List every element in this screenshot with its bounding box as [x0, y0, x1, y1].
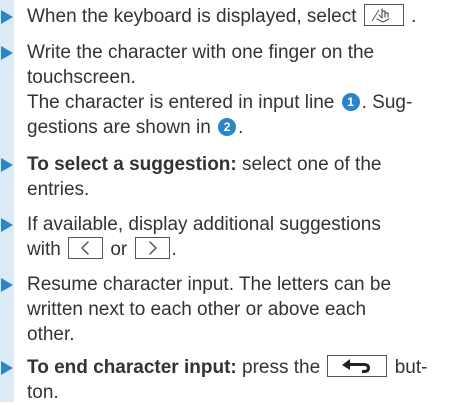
- step-5-line-2: written next to each other or above each: [27, 299, 367, 320]
- step-2-line-4: gestions are shown in 2.: [27, 117, 244, 138]
- step-1-line-1: When the keyboard is displayed, select .: [27, 4, 457, 29]
- bullet-arrow-icon: [1, 10, 13, 24]
- chevron-left-icon: [68, 237, 104, 259]
- bullet-arrow-icon: [1, 278, 13, 292]
- step-4-line-1: If available, display additional suggest…: [27, 214, 381, 235]
- step-6-bold-label: To end character input:: [27, 357, 237, 378]
- step-6-line-2: ton.: [27, 382, 59, 403]
- bullet-arrow-icon: [1, 361, 13, 375]
- step-3-line-1: To select a suggestion: select one of th…: [27, 154, 382, 175]
- step-1-text: When the keyboard is displayed, select: [27, 6, 357, 27]
- bullet-arrow-icon: [1, 46, 13, 60]
- bullet-arrow-icon: [1, 218, 13, 232]
- step-2-line-1: Write the character with one finger on t…: [27, 42, 375, 63]
- hand-writing-icon: [363, 4, 404, 26]
- step-1-text-end: .: [411, 6, 417, 27]
- step-4-line-2: with or .: [27, 237, 177, 260]
- step-5-line-1: Resume character input. The letters can …: [27, 274, 392, 295]
- left-sidebar-band: [0, 0, 14, 402]
- callout-badge-2: 2: [218, 118, 237, 136]
- step-6-line-1: To end character input: press the but-: [27, 355, 428, 378]
- chevron-right-icon: [134, 237, 170, 259]
- back-arrow-icon: [327, 355, 388, 377]
- step-3-bold-label: To select a suggestion:: [27, 154, 237, 175]
- step-3-line-2: entries.: [27, 179, 90, 200]
- step-2-line-2: touchscreen.: [27, 67, 136, 88]
- step-5-line-3: other.: [27, 324, 75, 345]
- bullet-arrow-icon: [1, 158, 13, 172]
- step-2-line-3: The character is entered in input line 1…: [27, 92, 413, 113]
- callout-badge-1: 1: [341, 93, 360, 111]
